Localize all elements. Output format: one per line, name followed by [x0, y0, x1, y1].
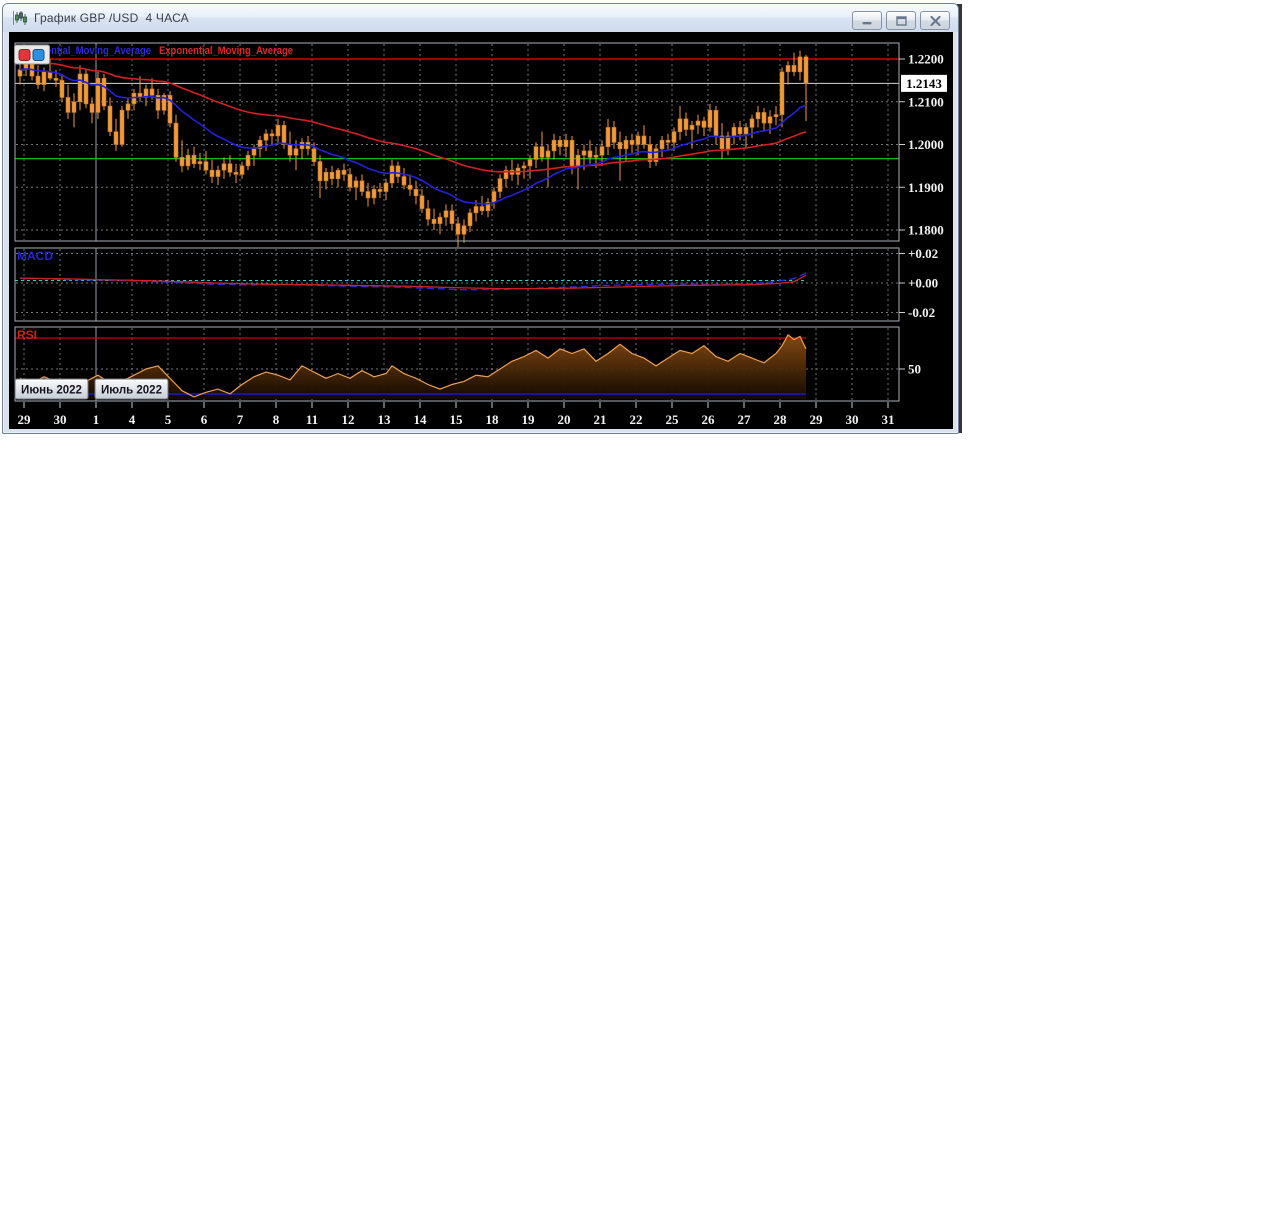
time-tick-label: 12 — [342, 412, 355, 427]
close-button[interactable] — [920, 11, 950, 30]
time-tick-label: 13 — [378, 412, 392, 427]
red-chip-icon — [18, 49, 31, 61]
time-tick-label: 4 — [129, 412, 136, 427]
time-tick-label: 22 — [630, 412, 643, 427]
macd-tick-label: +0.00 — [908, 276, 938, 291]
blue-chip-icon — [32, 49, 45, 61]
main-panel-border — [14, 42, 900, 242]
candlestick-series — [17, 50, 809, 248]
maximize-icon — [895, 15, 907, 26]
time-tick-label: 25 — [666, 412, 680, 427]
maximize-button[interactable] — [886, 11, 916, 30]
price-tick-label: 1.1800 — [908, 223, 944, 238]
rsi-tick-label: 50 — [908, 362, 921, 377]
time-tick-label: 8 — [273, 412, 280, 427]
legend-color-chips[interactable] — [14, 44, 50, 65]
chart-client-area[interactable]: Exponential_Moving_Average Exponential_Mo… — [9, 32, 953, 429]
close-icon — [929, 15, 941, 26]
time-tick-label: 5 — [165, 412, 172, 427]
macd-signal-line — [19, 274, 807, 290]
month-marker-label: Июнь 2022 — [21, 385, 82, 397]
minimize-icon — [862, 22, 872, 25]
price-tick-label: 1.2100 — [908, 94, 944, 109]
time-tick-label: 19 — [522, 412, 536, 427]
month-marker-label: Июль 2022 — [101, 385, 162, 397]
candlestick-chart-icon — [13, 11, 27, 25]
price-level-lines — [15, 58, 899, 160]
legend-ema-slow-label: Exponential_Moving_Average — [159, 45, 293, 57]
macd-line — [19, 272, 807, 291]
minimize-button[interactable] — [852, 11, 882, 30]
time-tick-label: 28 — [774, 412, 788, 427]
time-tick-label: 1 — [93, 412, 100, 427]
time-axis: 29 30 1 4 5 6 7 8 11 12 13 14 15 18 19 20 21 22 25 26 27 28 29… — [18, 402, 895, 427]
price-tick-label: 1.1900 — [908, 180, 944, 195]
time-tick-label: 15 — [450, 412, 464, 427]
time-tick-label: 26 — [702, 412, 716, 427]
month-marker-1[interactable]: Июнь 2022 — [14, 378, 89, 400]
macd-label: MACD — [17, 249, 53, 263]
macd-tick-label: -0.02 — [908, 305, 935, 320]
chart-canvas[interactable]: Exponential_Moving_Average Exponential_Mo… — [9, 32, 953, 429]
time-tick-label: 6 — [201, 412, 208, 427]
time-tick-label: 14 — [414, 412, 428, 427]
window-title: График GBP /USD 4 ЧАСА — [34, 11, 189, 25]
window-controls — [852, 11, 950, 30]
time-tick-label: 21 — [594, 412, 607, 427]
current-price-badge: 1.2143 — [901, 74, 947, 92]
time-tick-label: 7 — [237, 412, 244, 427]
ema-slow-line — [20, 60, 807, 173]
time-tick-label: 29 — [810, 412, 824, 427]
month-marker-2[interactable]: Июль 2022 — [94, 378, 169, 400]
time-tick-label: 11 — [306, 412, 318, 427]
time-tick-label: 31 — [882, 412, 895, 427]
ema-fast-line — [19, 68, 807, 205]
time-tick-label: 30 — [846, 412, 859, 427]
time-tick-label: 30 — [54, 412, 67, 427]
price-tick-label: 1.2200 — [908, 52, 944, 67]
price-tick-label: 1.2000 — [908, 137, 944, 152]
chart-window: График GBP /USD 4 ЧАСА Exponential_Movin… — [2, 3, 959, 434]
titlebar[interactable]: График GBP /USD 4 ЧАСА — [3, 4, 958, 32]
time-tick-label: 27 — [738, 412, 752, 427]
time-tick-label: 18 — [486, 412, 500, 427]
desktop: График GBP /USD 4 ЧАСА Exponential_Movin… — [0, 0, 1266, 1228]
macd-tick-label: +0.02 — [908, 246, 938, 261]
rsi-label: RSI — [17, 328, 37, 342]
time-tick-label: 20 — [558, 412, 571, 427]
time-tick-label: 29 — [18, 412, 32, 427]
legend: Exponential_Moving_Average Exponential_Mo… — [14, 44, 293, 65]
price-axis: 1.2200 1.2100 1.2000 1.1900 1.1800 1.2143 — [899, 52, 947, 238]
current-price-label: 1.2143 — [906, 76, 942, 91]
